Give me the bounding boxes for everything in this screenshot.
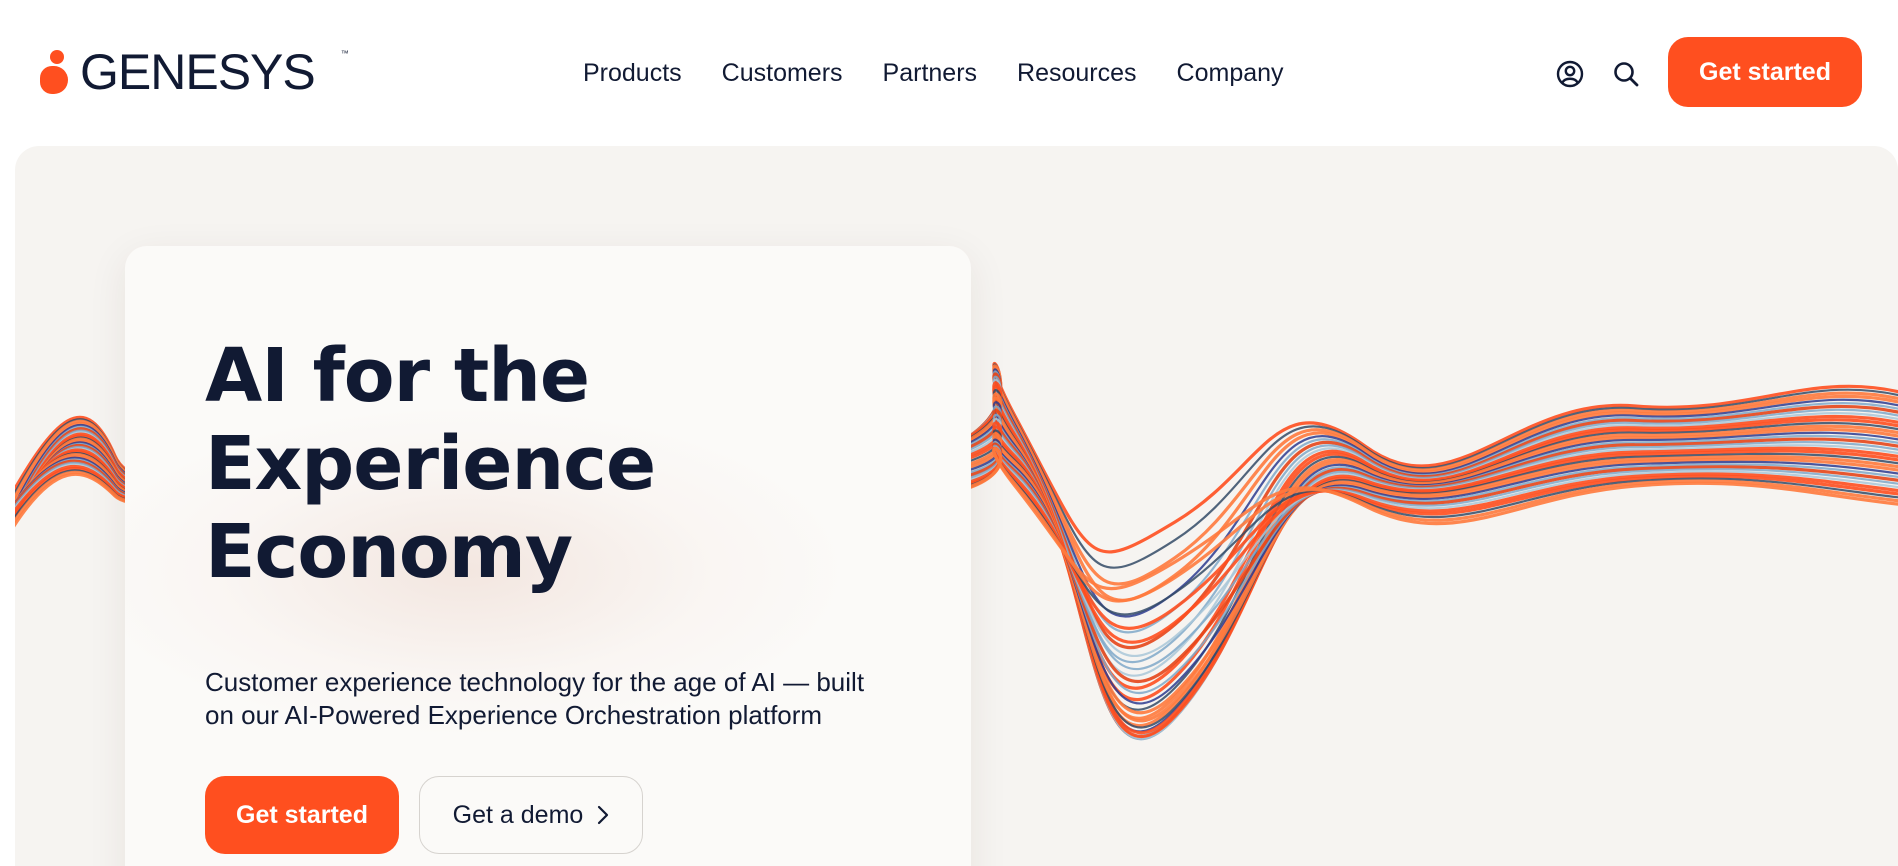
nav-item-company[interactable]: Company bbox=[1177, 56, 1284, 90]
hero-title-line-3: Economy bbox=[205, 509, 573, 595]
user-circle-icon[interactable] bbox=[1554, 58, 1586, 90]
logo-text: GENESYS bbox=[80, 44, 316, 100]
hero-card: AI for the Experience Economy Customer e… bbox=[125, 246, 971, 866]
logo-mark-icon bbox=[40, 48, 70, 96]
hero-get-started-button[interactable]: Get started bbox=[205, 776, 399, 854]
nav-item-partners[interactable]: Partners bbox=[883, 56, 977, 90]
chevron-right-icon bbox=[598, 805, 609, 825]
header-get-started-button[interactable]: Get started bbox=[1668, 37, 1862, 107]
hero-title: AI for the Experience Economy bbox=[205, 332, 765, 596]
get-a-demo-button[interactable]: Get a demo bbox=[419, 776, 643, 854]
genesys-logo[interactable]: GENESYS ™ bbox=[40, 44, 349, 100]
search-icon[interactable] bbox=[1610, 58, 1642, 90]
hero-subtitle: Customer experience technology for the a… bbox=[205, 666, 905, 732]
nav-item-resources[interactable]: Resources bbox=[1017, 56, 1137, 90]
hero-title-line-1: AI for the bbox=[205, 333, 590, 419]
nav-item-products[interactable]: Products bbox=[583, 56, 682, 90]
hero-section: AI for the Experience Economy Customer e… bbox=[15, 146, 1898, 866]
hero-subtitle-line-2: on our AI-Powered Experience Orchestrati… bbox=[205, 700, 823, 730]
nav-item-customers[interactable]: Customers bbox=[722, 56, 843, 90]
hero-title-line-2: Experience bbox=[205, 421, 656, 507]
logo-trademark: ™ bbox=[340, 49, 349, 58]
main-nav: Products Customers Partners Resources Co… bbox=[583, 56, 1284, 90]
hero-subtitle-line-1: Customer experience technology for the a… bbox=[205, 667, 865, 697]
site-header: GENESYS ™ Products Customers Partners Re… bbox=[0, 0, 1898, 146]
get-a-demo-label: Get a demo bbox=[452, 800, 584, 829]
